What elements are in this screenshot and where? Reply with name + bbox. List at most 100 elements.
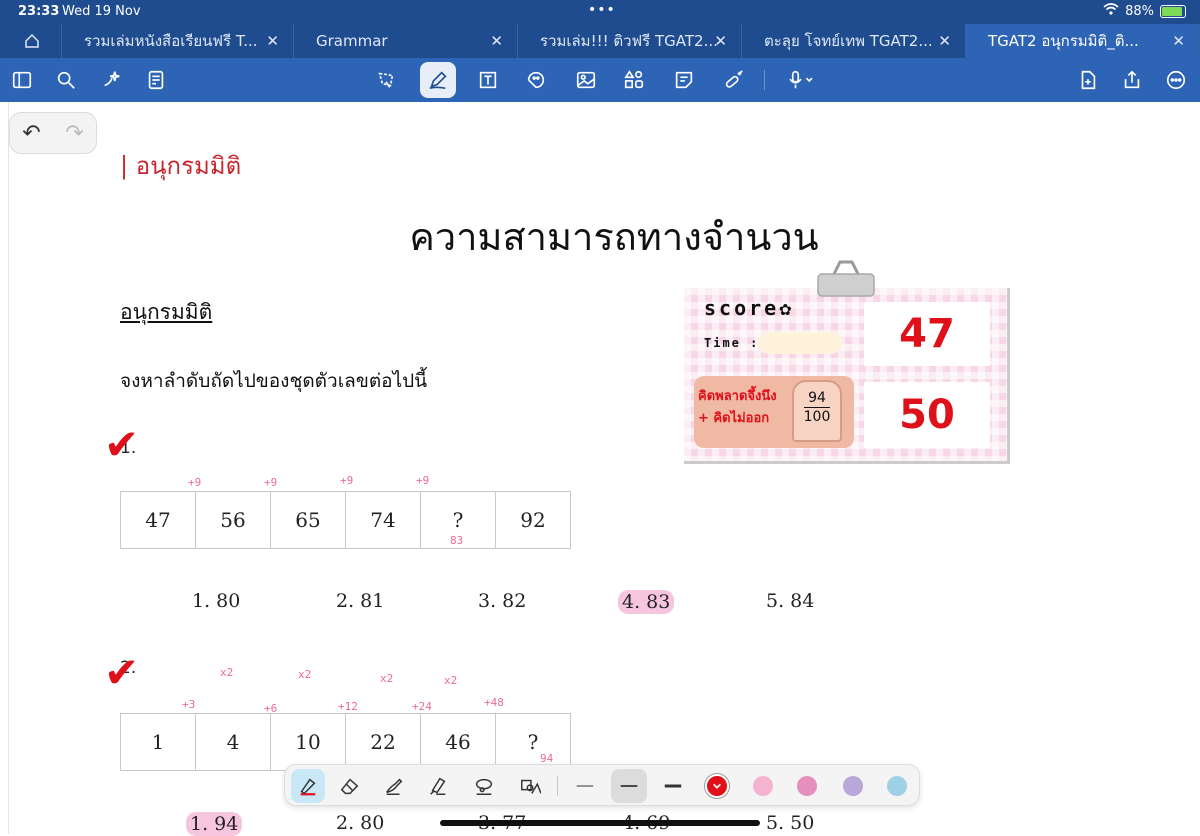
note-text: คิดพลาดจึ้งนึง + คิดไม่ออก	[698, 386, 798, 430]
color-swatch-pink[interactable]	[797, 776, 817, 796]
multitasking-dots-icon[interactable]: •••	[588, 2, 616, 18]
close-icon[interactable]: ✕	[938, 32, 951, 50]
shapes-icon[interactable]	[618, 64, 650, 96]
score-sticker[interactable]: score✿ Time : คิดพลาดจึ้งนึง + คิดไม่ออก…	[684, 260, 1014, 466]
color-swatch-light-pink[interactable]	[753, 776, 773, 796]
annotation: +3	[182, 698, 196, 711]
sequence-cell: 4	[195, 713, 271, 771]
score-label: score✿	[704, 296, 795, 320]
annotation: x2	[444, 674, 458, 687]
color-swatch-light-blue[interactable]	[887, 776, 907, 796]
choice-item[interactable]: 3. 82	[478, 590, 526, 612]
annotation: +9	[416, 474, 430, 487]
note-line: + คิดไม่ออก	[698, 411, 770, 426]
score-value: 47	[864, 302, 990, 366]
time-label: Time :	[704, 336, 760, 350]
eraser-icon[interactable]	[333, 769, 367, 803]
page-title: ความสามารถทางจำนวน	[409, 215, 819, 259]
microphone-icon[interactable]	[776, 64, 826, 96]
tab-label: ตะลุย โจทย์เทพ TGAT2...	[764, 32, 933, 50]
thick-line-icon[interactable]	[655, 769, 691, 803]
check-mark-icon: ✔	[104, 420, 140, 469]
image-icon[interactable]	[570, 64, 602, 96]
annotation: x2	[220, 666, 234, 679]
redo-icon[interactable]: ↷	[65, 121, 83, 146]
pen-icon[interactable]	[420, 62, 456, 98]
sequence-cell: 92	[495, 491, 571, 549]
sticker-icon[interactable]	[520, 64, 552, 96]
lasso-icon[interactable]	[370, 64, 402, 96]
choice-item[interactable]: 5. 50	[766, 812, 814, 834]
document-icon[interactable]	[140, 64, 172, 96]
sequence-cell: ?	[495, 713, 571, 771]
choice-item[interactable]: 2. 81	[336, 590, 384, 612]
more-icon[interactable]	[1160, 64, 1192, 96]
choice-item-highlighted[interactable]: 1. 94	[186, 812, 243, 836]
tab-item[interactable]: รวมเล่ม!!! ติวฟรี TGAT2... ✕	[518, 24, 742, 58]
binder-clip-icon	[817, 260, 875, 297]
tab-bar: รวมเล่มหนังสือเรียนฟรี T... ✕ Grammar ✕ …	[0, 24, 1200, 58]
sequence-cell: 22	[345, 713, 421, 771]
annotation: +9	[264, 476, 278, 489]
choice-item[interactable]: 1. 80	[192, 590, 240, 612]
instruction-text: จงหาลำดับถัดไปของชุดตัวเลขต่อไปนี้	[120, 370, 428, 392]
text-box-icon[interactable]	[472, 64, 504, 96]
toolbar-divider	[764, 70, 765, 90]
status-date: Wed 19 Nov	[62, 4, 141, 19]
bread-fraction: 94 100	[792, 380, 842, 442]
tab-item[interactable]: Grammar ✕	[294, 24, 518, 58]
annotation: +24	[412, 700, 432, 713]
tab-item[interactable]: ตะลุย โจทย์เทพ TGAT2... ✕	[742, 24, 966, 58]
battery-percent: 88%	[1125, 3, 1154, 19]
search-icon[interactable]	[50, 64, 82, 96]
ai-sparkle-icon[interactable]	[96, 64, 128, 96]
battery-icon	[1160, 4, 1186, 18]
chevron-down-icon	[713, 783, 721, 789]
color-swatch-red[interactable]	[705, 774, 729, 798]
color-swatch-lavender[interactable]	[843, 776, 863, 796]
choice-item[interactable]: 5. 84	[766, 590, 814, 612]
sticky-note-icon[interactable]	[668, 64, 700, 96]
sequence-cell: 56	[195, 491, 271, 549]
note-line: คิดพลาดจึ้งนึง	[698, 389, 777, 404]
add-page-icon[interactable]	[1072, 64, 1104, 96]
choice-item[interactable]: 2. 80	[336, 812, 384, 834]
undo-icon[interactable]: ↶	[22, 121, 40, 146]
brush-icon[interactable]	[377, 769, 411, 803]
fountain-pen-icon[interactable]	[291, 769, 325, 803]
home-icon	[25, 33, 39, 48]
choice-item-highlighted[interactable]: 4. 83	[618, 590, 675, 614]
medium-line-icon[interactable]	[611, 769, 647, 803]
sidebar-icon[interactable]	[6, 64, 38, 96]
annotation: +9	[188, 476, 202, 489]
highlighter-icon[interactable]	[421, 769, 455, 803]
time-value-box	[758, 332, 842, 354]
subheading: อนุกรมมิติ	[120, 300, 213, 324]
annotation: +48	[484, 696, 504, 709]
fraction-denominator: 100	[803, 409, 831, 425]
annotation: x2	[380, 672, 394, 685]
share-icon[interactable]	[1116, 64, 1148, 96]
wifi-icon	[1103, 3, 1119, 19]
close-icon[interactable]: ✕	[714, 32, 727, 50]
sequence-cell: 47	[120, 491, 196, 549]
laser-pointer-icon[interactable]	[718, 64, 750, 96]
annotation: x2	[298, 668, 312, 681]
close-icon[interactable]: ✕	[266, 32, 279, 50]
thin-line-icon[interactable]	[567, 769, 603, 803]
undo-redo-control: ↶ ↷	[9, 112, 97, 154]
tab-label: Grammar	[316, 32, 388, 50]
close-icon[interactable]: ✕	[490, 32, 503, 50]
lasso-tool-icon[interactable]	[467, 769, 501, 803]
sequence-table: 47 56 65 74 ? 92	[120, 491, 571, 549]
sequence-cell: 65	[270, 491, 346, 549]
tab-item[interactable]: รวมเล่มหนังสือเรียนฟรี T... ✕	[62, 24, 294, 58]
close-icon[interactable]: ✕	[1172, 32, 1185, 50]
tab-label: TGAT2 อนุกรมมิติ_ติ...	[988, 32, 1139, 50]
section-header: | อนุกรมมิติ	[120, 152, 242, 180]
home-indicator[interactable]	[440, 820, 760, 826]
tab-home[interactable]	[0, 24, 62, 58]
fraction-numerator: 94	[808, 390, 826, 406]
shape-tool-icon[interactable]	[513, 769, 547, 803]
tab-item-active[interactable]: TGAT2 อนุกรมมิติ_ติ... ✕	[966, 24, 1200, 58]
